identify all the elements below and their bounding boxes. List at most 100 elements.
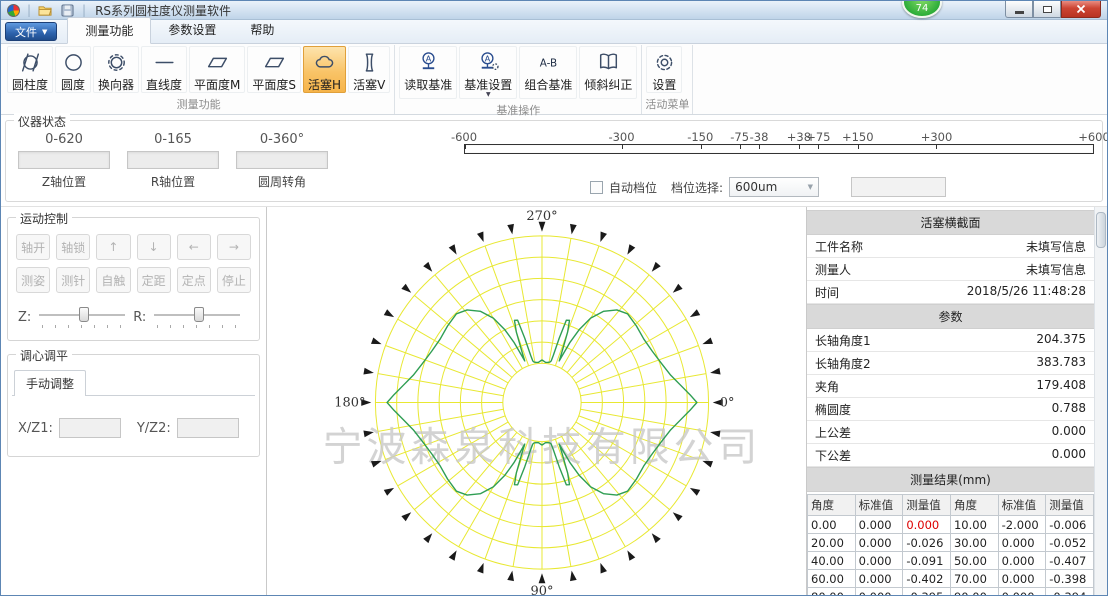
svg-text:A: A [484,53,490,63]
ruler-tick-label: +300 [921,130,953,144]
gauge-ruler: -600-300-150-75-38+38+75+150+300+600 [464,130,1094,154]
ribbon-button-平面度M[interactable]: 平面度M [189,46,245,93]
motion-button-↑[interactable]: ↑ [96,234,130,260]
ribbon-toolbar: 圆柱度圆度换向器直线度平面度M平面度S活塞H活塞V测量功能A读取基准A基准设置▼… [1,44,1107,115]
info-row: 椭圆度0.788 [807,398,1094,421]
motion-button-测姿[interactable]: 测姿 [16,267,50,293]
gear-extra-field[interactable] [851,177,946,197]
ribbon-button-label: 活塞H [308,78,341,92]
ribbon-button-平面度S[interactable]: 平面度S [247,46,301,93]
minimize-button[interactable] [1005,1,1033,18]
close-icon [1076,4,1086,14]
angle-marker [702,337,713,344]
ruler-tick-label: -300 [608,130,634,144]
ruler-tick [799,145,800,149]
save-icon[interactable] [60,4,75,17]
z-axis-slider[interactable] [39,305,125,329]
ruler-tick [465,145,466,149]
slider-thumb[interactable] [79,307,89,322]
tab-帮助[interactable]: 帮助 [233,17,291,43]
yz2-field[interactable] [177,418,239,438]
ribbon-group: 设置活动菜单 [642,45,693,114]
ribbon-button-倾斜纠正[interactable]: 倾斜纠正 [579,46,637,99]
maximize-button[interactable] [1033,1,1061,18]
motion-button-轴锁[interactable]: 轴锁 [56,234,90,260]
window-controls [1005,1,1101,18]
motion-control-label: 运动控制 [16,210,72,227]
axis-value-field[interactable] [18,151,110,169]
angle-marker [600,232,607,243]
gear-select[interactable]: 600um ▼ [729,177,819,197]
motion-button-↓[interactable]: ↓ [137,234,171,260]
angle-marker [690,309,700,317]
scrollbar-thumb[interactable] [1096,212,1106,248]
commutator-icon [104,50,129,78]
tab-manual-adjust[interactable]: 手动调整 [14,370,86,396]
r-axis-slider[interactable] [154,305,240,329]
auto-gear-checkbox[interactable] [590,181,603,194]
slider-thumb[interactable] [194,307,204,322]
motion-button-测针[interactable]: 测针 [56,267,90,293]
info-row: 工件名称未填写信息 [807,235,1094,258]
ribbon-button-圆柱度[interactable]: 圆柱度 [7,46,53,93]
combine-datum-icon: A-B [536,50,561,78]
axis-name: R轴位置 [151,173,195,190]
axis-value-field[interactable] [236,151,328,169]
motion-button-→[interactable]: → [217,234,251,260]
watermark-text: 宁波森泉科技有限公司 [323,424,762,470]
ribbon-group-label: 基准操作 [398,100,638,121]
table-cell: 0.00 [808,516,856,534]
ribbon-button-读取基准[interactable]: A读取基准 [399,46,457,99]
ribbon-group: 圆柱度圆度换向器直线度平面度M平面度S活塞H活塞V测量功能 [3,45,395,114]
info-row-label: 夹角 [815,378,839,395]
grid-spoke [459,258,523,368]
window-title: RS系列圆柱度仪测量软件 [95,2,231,19]
grid-spoke [555,246,599,366]
info-row: 长轴角度2383.783 [807,352,1094,375]
info-row-label: 上公差 [815,424,851,441]
close-button[interactable] [1061,1,1101,18]
info-row: 下公差0.000 [807,444,1094,467]
info-row: 夹角179.408 [807,375,1094,398]
xz1-field[interactable] [59,418,121,438]
section-title: 活塞横截面 [807,210,1094,235]
angle-marker [652,262,661,272]
motion-button-←[interactable]: ← [177,234,211,260]
ribbon-button-label: 圆度 [61,78,85,92]
tab-测量功能[interactable]: 测量功能 [67,17,151,44]
slider-z-label: Z: [18,310,31,325]
ribbon-button-直线度[interactable]: 直线度 [141,46,187,93]
vertical-scrollbar[interactable] [1094,207,1107,596]
settings-gear-icon [652,50,677,78]
open-file-icon[interactable] [38,4,53,17]
motion-button-轴开[interactable]: 轴开 [16,234,50,260]
ribbon-button-基准设置[interactable]: A基准设置▼ [459,46,517,99]
ribbon-button-活塞H[interactable]: 活塞H [303,46,346,93]
info-row-value: 0.000 [1052,424,1086,441]
angle-marker [673,512,683,521]
ribbon-button-活塞V[interactable]: 活塞V [348,46,390,93]
info-row-value: 0.788 [1052,401,1086,418]
xz1-label: X/Z1: [18,421,53,436]
ribbon-button-换向器[interactable]: 换向器 [93,46,139,93]
ruler-tick-label: +75 [806,130,830,144]
cylindricity-icon [18,50,43,78]
ribbon-button-设置[interactable]: 设置 [646,46,682,93]
axis-value-field[interactable] [127,151,219,169]
motion-button-停止[interactable]: 停止 [217,267,251,293]
ribbon-button-圆度[interactable]: 圆度 [55,46,91,93]
ribbon-button-组合基准[interactable]: A-B组合基准 [519,46,577,99]
motion-button-自触[interactable]: 自触 [96,267,130,293]
motion-button-定点[interactable]: 定点 [177,267,211,293]
tab-参数设置[interactable]: 参数设置 [151,17,233,43]
slider-ticks [157,325,237,328]
motion-button-定距[interactable]: 定距 [137,267,171,293]
info-row: 上公差 0.000 [807,421,1094,444]
yz2-label: Y/Z2: [137,421,171,436]
chevron-down-icon: ▼ [486,92,491,98]
ruler-tick [740,145,741,149]
info-row-value: 204.375 [1036,332,1086,349]
motion-buttons-row2: 测姿测针自触定距定点停止 [16,267,251,293]
file-menu-button[interactable]: 文件 ▼ [5,22,57,41]
ruler-tick-label: -75 [730,130,749,144]
